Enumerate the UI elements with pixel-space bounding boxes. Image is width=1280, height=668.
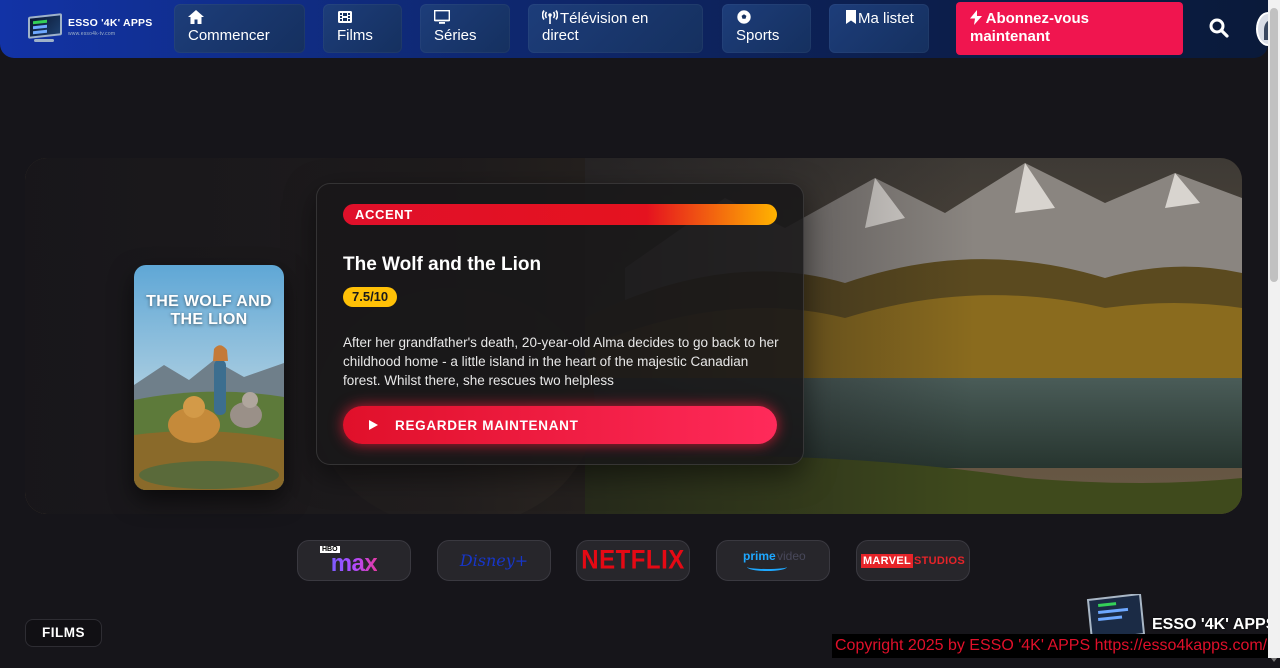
provider-logo-text: NETFLIX — [581, 545, 685, 575]
provider-logo-subtext: STUDIOS — [914, 554, 966, 567]
movie-poster[interactable]: THE WOLF AND THE LION — [134, 265, 284, 490]
watch-now-button[interactable]: REGARDER MAINTENANT — [343, 406, 777, 444]
nav-label: Séries — [434, 27, 477, 44]
copyright-banner: Copyright 2025 by ESSO '4K' APPS https:/… — [832, 634, 1268, 658]
bookmark-icon — [843, 10, 856, 24]
subscribe-label: Abonnez-vous maintenant — [970, 10, 1089, 45]
subscribe-button[interactable]: Abonnez-vous maintenant — [956, 2, 1183, 55]
provider-logo-text: prime — [743, 549, 776, 563]
monitor-logo-icon — [26, 13, 66, 45]
scrollbar-thumb[interactable] — [1270, 8, 1278, 282]
search-icon[interactable] — [1208, 17, 1230, 39]
provider-logo-subtext: video — [777, 549, 806, 563]
watch-now-label: REGARDER MAINTENANT — [395, 417, 579, 433]
provider-netflix[interactable]: NETFLIX — [576, 540, 690, 581]
logo-subtext: www.esso4k-tv.com — [68, 31, 116, 37]
top-navbar: ESSO '4K' APPS www.esso4k-tv.com Commence… — [0, 0, 1280, 58]
play-icon — [369, 420, 378, 430]
nav-item-my-list[interactable]: Ma listet — [829, 4, 929, 53]
broadcast-icon — [542, 10, 558, 24]
rating-badge: 7.5/10 — [343, 287, 398, 307]
provider-logo-text: max — [330, 549, 378, 577]
nav-item-live-tv[interactable]: Télévision en direct — [528, 4, 703, 53]
movie-info-card: ACCENT The Wolf and the Lion 7.5/10 Afte… — [316, 183, 804, 465]
film-icon — [337, 10, 353, 24]
poster-title: THE WOLF AND THE LION — [146, 293, 272, 328]
lightning-icon — [970, 10, 982, 25]
provider-hbo-max[interactable]: HBO max — [297, 540, 411, 581]
nav-label: Films — [337, 27, 373, 44]
nav-item-films[interactable]: Films — [323, 4, 402, 53]
provider-logo-text: Disney+ — [459, 551, 529, 570]
movie-title: The Wolf and the Lion — [343, 254, 542, 275]
section-label-films: FILMS — [25, 619, 102, 647]
movie-description: After her grandfather's death, 20-year-o… — [343, 335, 779, 388]
site-logo[interactable]: ESSO '4K' APPS www.esso4k-tv.com — [26, 8, 154, 50]
provider-disney-plus[interactable]: Disney+ — [437, 540, 551, 581]
category-badge: ACCENT — [343, 204, 777, 225]
watermark-text: ESSO '4K' APPS — [1152, 616, 1268, 633]
amazon-smile-icon — [747, 563, 787, 571]
nav-item-sports[interactable]: Sports — [722, 4, 811, 53]
nav-label: Commencer — [188, 27, 270, 44]
provider-marvel-studios[interactable]: MARVEL STUDIOS — [856, 540, 970, 581]
nav-label: Ma listet — [858, 10, 914, 27]
soccer-ball-icon — [736, 10, 752, 24]
provider-logo-text: MARVEL — [860, 553, 914, 568]
hbo-badge: HBO — [320, 546, 340, 553]
logo-text: ESSO '4K' APPS — [68, 17, 153, 29]
nav-label: Sports — [736, 27, 780, 44]
home-icon — [188, 10, 204, 24]
nav-item-commencer[interactable]: Commencer — [174, 4, 305, 53]
provider-prime-video[interactable]: prime video — [716, 540, 830, 581]
scroll-up-arrow-icon[interactable] — [1270, 1, 1278, 13]
scroll-down-arrow-icon[interactable] — [1270, 650, 1278, 662]
nav-item-series[interactable]: Séries — [420, 4, 510, 53]
tv-icon — [434, 10, 450, 24]
